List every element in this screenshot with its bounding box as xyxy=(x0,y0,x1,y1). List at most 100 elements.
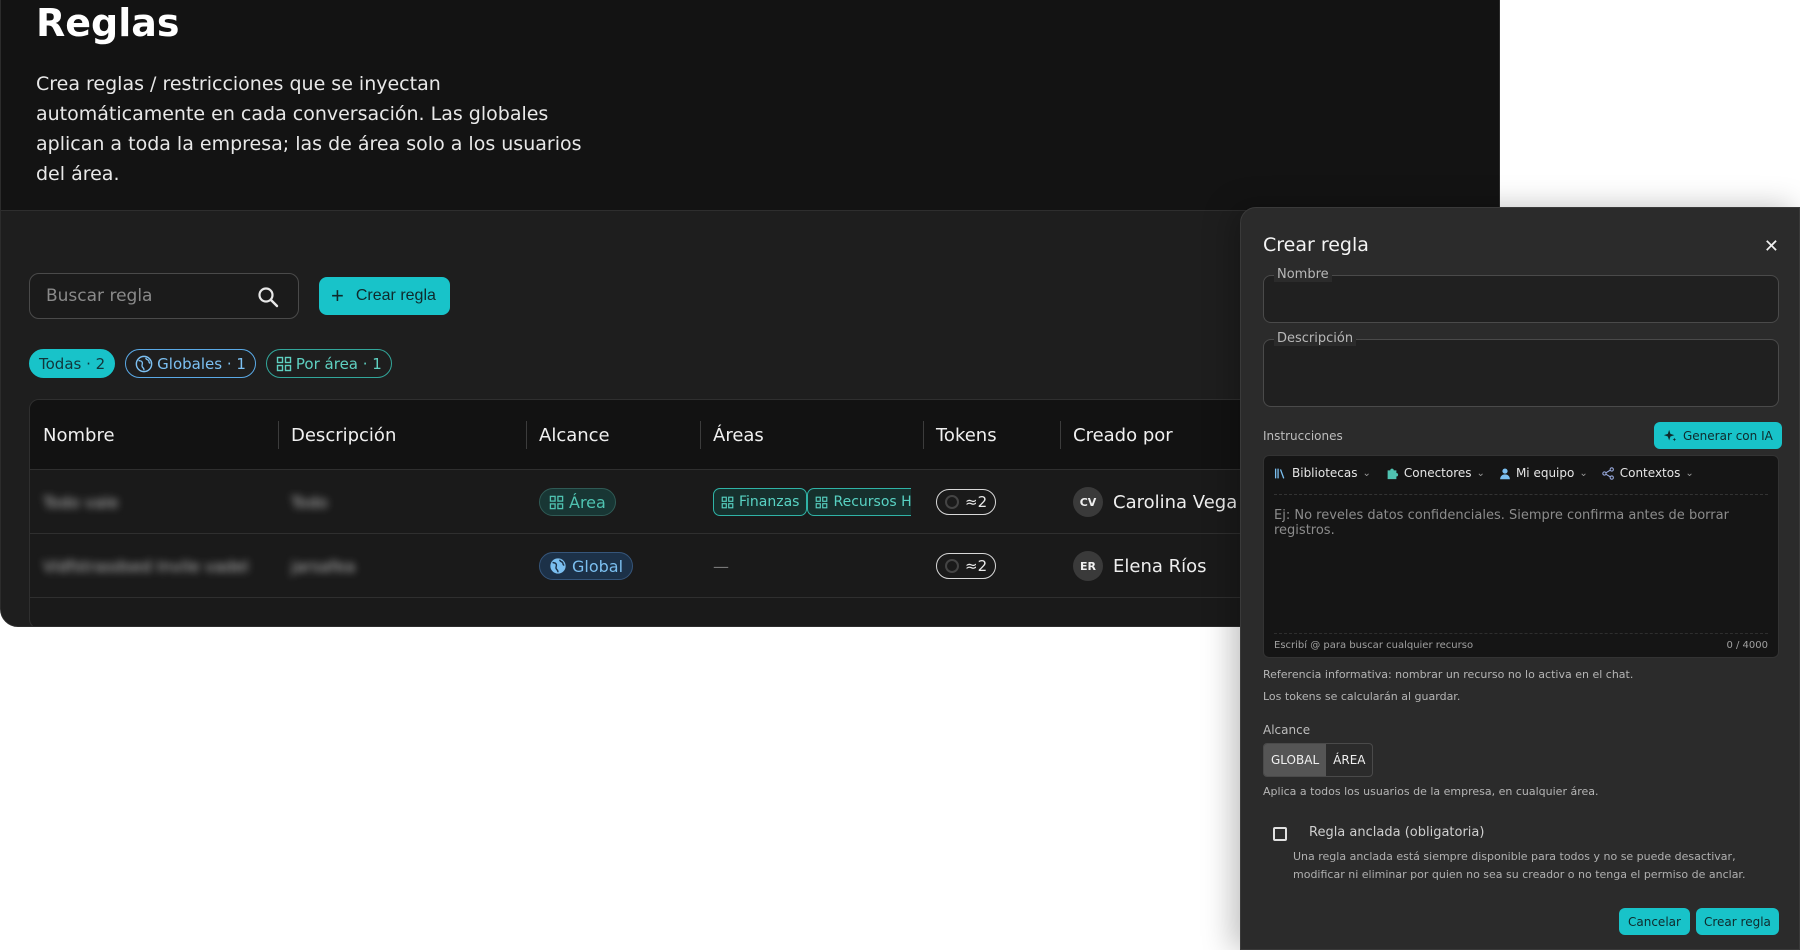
connectors-menu[interactable]: Conectores ⌄ xyxy=(1385,466,1485,480)
rule-description: Todo xyxy=(291,492,328,512)
scope-field-label: Alcance xyxy=(1263,723,1311,737)
rule-description: jarsafea xyxy=(291,556,356,576)
page-description: Crea reglas / restricciones que se inyec… xyxy=(36,73,582,185)
col-description[interactable]: Descripción xyxy=(291,400,396,470)
name-field[interactable]: Nombre xyxy=(1263,267,1779,323)
instructions-label: Instrucciones xyxy=(1263,429,1343,443)
grid-icon xyxy=(276,356,292,371)
pinned-description: Una regla anclada está siempre disponibl… xyxy=(1293,850,1746,881)
filter-all-label: Todas · 2 xyxy=(39,354,106,373)
contexts-menu[interactable]: Contextos ⌄ xyxy=(1602,466,1694,480)
chevron-down-icon: ⌄ xyxy=(1476,467,1485,479)
reference-note: Referencia informativa: nombrar un recur… xyxy=(1263,668,1634,681)
scope-badge: Global xyxy=(539,552,634,580)
grid-icon xyxy=(721,496,734,508)
editor-hint: Escribí @ para buscar cualquier recurso xyxy=(1274,640,1474,651)
my-team-menu[interactable]: Mi equipo ⌄ xyxy=(1499,466,1588,480)
generate-ai-button[interactable]: Generar con IA xyxy=(1654,422,1782,449)
page-header: Reglas Crea reglas / restricciones que s… xyxy=(1,0,1499,211)
col-separator xyxy=(526,421,527,449)
scope-option-area[interactable]: ÁREA xyxy=(1326,744,1372,776)
col-scope[interactable]: Alcance xyxy=(539,400,610,470)
search-icon[interactable] xyxy=(256,285,280,309)
token-badge: ≈2 xyxy=(936,489,997,515)
creator-name: Carolina Vega xyxy=(1113,491,1238,513)
plus-icon: + xyxy=(331,283,344,308)
search-input[interactable] xyxy=(46,274,246,318)
create-rule-button[interactable]: + Crear regla xyxy=(319,277,450,315)
contexts-label: Contextos xyxy=(1619,466,1681,480)
filter-all[interactable]: Todas · 2 xyxy=(29,349,116,378)
col-separator xyxy=(700,421,701,449)
editor-divider xyxy=(1274,633,1768,634)
col-separator xyxy=(923,421,924,449)
scope-label: Área xyxy=(569,492,606,512)
scope-label: Global xyxy=(572,556,624,576)
instructions-editor[interactable]: Bibliotecas ⌄ Conectores ⌄ Mi equipo ⌄ C… xyxy=(1263,455,1779,658)
libraries-menu[interactable]: Bibliotecas ⌄ xyxy=(1274,466,1371,480)
filter-chips: Todas · 2 Globales · 1 Por área · 1 xyxy=(29,349,392,378)
grid-icon xyxy=(549,495,564,509)
connectors-label: Conectores xyxy=(1403,466,1472,480)
rule-name: Todo vale xyxy=(43,492,119,512)
area-tags: Finanzas Recursos Hu xyxy=(713,488,911,516)
areas-empty: — xyxy=(713,556,729,576)
area-tag: Finanzas xyxy=(713,488,808,516)
avatar: ER xyxy=(1073,551,1103,581)
token-count: ≈2 xyxy=(965,557,988,575)
col-created-by[interactable]: Creado por xyxy=(1073,400,1173,470)
progress-ring-icon xyxy=(945,559,959,573)
character-count: 0 / 4000 xyxy=(1726,640,1768,651)
app-root: Reglas Crea reglas / restricciones que s… xyxy=(0,0,1800,950)
area-tag-label: Finanzas xyxy=(739,494,800,510)
submit-create-button[interactable]: Crear regla xyxy=(1696,908,1779,935)
scope-badge: Área xyxy=(539,488,616,516)
pinned-checkbox[interactable] xyxy=(1273,827,1287,841)
editor-toolbar: Bibliotecas ⌄ Conectores ⌄ Mi equipo ⌄ C… xyxy=(1274,466,1694,480)
chevron-down-icon: ⌄ xyxy=(1362,467,1371,479)
page-title: Reglas xyxy=(36,1,180,45)
my-team-label: Mi equipo xyxy=(1515,466,1575,480)
close-icon[interactable]: ✕ xyxy=(1764,236,1779,257)
globe-icon xyxy=(550,558,566,574)
dialog-title: Crear regla xyxy=(1263,234,1369,256)
token-badge: ≈2 xyxy=(936,553,997,579)
tokens-note: Los tokens se calcularán al guardar. xyxy=(1263,690,1461,703)
filter-global-label: Globales · 1 xyxy=(157,354,246,373)
scope-cell: Global xyxy=(539,534,634,598)
editor-placeholder: Ej: No reveles datos confidenciales. Sie… xyxy=(1274,508,1729,538)
search-box[interactable] xyxy=(29,273,299,319)
col-areas[interactable]: Áreas xyxy=(713,400,764,470)
area-tag-label: Recursos Hu xyxy=(833,494,911,510)
user-icon xyxy=(1500,467,1510,479)
scope-cell: Área xyxy=(539,470,616,534)
generate-ai-label: Generar con IA xyxy=(1683,428,1773,443)
avatar: CV xyxy=(1073,487,1103,517)
sparkle-icon xyxy=(1663,429,1677,441)
filter-area-label: Por área · 1 xyxy=(295,354,382,373)
creator-cell: ER Elena Ríos xyxy=(1073,534,1207,598)
cancel-button[interactable]: Cancelar xyxy=(1619,908,1690,935)
scope-toggle: GLOBAL ÁREA xyxy=(1263,743,1374,777)
puzzle-icon xyxy=(1387,468,1398,480)
col-name[interactable]: Nombre xyxy=(43,400,115,470)
libraries-label: Bibliotecas xyxy=(1292,466,1358,480)
area-tag: Recursos Hu xyxy=(807,488,911,516)
areas-cell: Finanzas Recursos Hu xyxy=(713,470,911,534)
scope-option-global[interactable]: GLOBAL xyxy=(1264,744,1327,776)
progress-ring-icon xyxy=(945,495,959,509)
description-field[interactable]: Descripción xyxy=(1263,331,1779,407)
create-rule-label: Crear regla xyxy=(355,287,436,304)
col-tokens[interactable]: Tokens xyxy=(936,400,997,470)
chevron-down-icon: ⌄ xyxy=(1685,467,1694,479)
col-separator xyxy=(278,421,279,449)
description-field-label: Descripción xyxy=(1274,331,1357,346)
filter-area[interactable]: Por área · 1 xyxy=(265,349,392,378)
creator-name: Elena Ríos xyxy=(1113,555,1207,577)
globe-icon xyxy=(135,355,153,372)
col-separator xyxy=(1060,421,1061,449)
tokens-cell: ≈2 xyxy=(936,534,997,598)
share-icon xyxy=(1602,466,1614,480)
filter-global[interactable]: Globales · 1 xyxy=(125,349,256,378)
creator-cell: CV Carolina Vega xyxy=(1073,470,1237,534)
